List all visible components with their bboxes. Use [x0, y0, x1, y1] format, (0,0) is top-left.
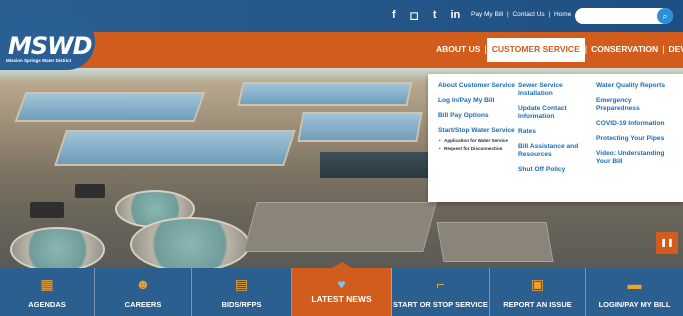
pay-my-bill-link[interactable]: Pay My Bill	[471, 11, 503, 18]
logo-subtitle: Mission Springs Water District	[6, 58, 72, 63]
dropdown-link[interactable]: Log In/Pay My Bill	[438, 97, 518, 105]
tile-label: BIDS/RFPS	[221, 300, 262, 309]
separator: |	[506, 11, 509, 18]
tile-bids-rfps[interactable]: ▤ BIDS/RFPS	[192, 268, 292, 316]
tile-careers[interactable]: ☻ CAREERS	[95, 268, 192, 316]
dropdown-link[interactable]: COVID-19 Information	[596, 120, 676, 128]
people-icon: ☻	[135, 276, 151, 292]
faucet-icon: ⌐	[436, 276, 445, 292]
document-icon: ▤	[234, 276, 249, 292]
dropdown-link[interactable]: Shut Off Policy	[518, 166, 598, 174]
tile-label: REPORT AN ISSUE	[503, 300, 572, 309]
tile-label: LOGIN/PAY MY BILL	[598, 300, 671, 309]
social-links: f ◻ t in	[392, 9, 460, 22]
utility-links: Pay My Bill | Contact Us | Home	[470, 11, 572, 18]
tile-label: CAREERS	[124, 300, 162, 309]
card-icon: ▬	[627, 276, 642, 292]
dropdown-link[interactable]: Bill Assistance and Resources	[518, 143, 598, 159]
nav-customer-service[interactable]: CUSTOMER SERVICE	[486, 38, 585, 62]
logo-text: MSWD	[8, 32, 93, 60]
instagram-icon[interactable]: ◻	[410, 9, 419, 22]
dropdown-link[interactable]: About Customer Service	[438, 82, 518, 90]
tile-login-pay-bill[interactable]: ▬ LOGIN/PAY MY BILL	[586, 268, 683, 316]
quick-links-bar: ▦ AGENDAS ☻ CAREERS ▤ BIDS/RFPS ♥ LATEST…	[0, 262, 683, 316]
dropdown-link[interactable]: Emergency Preparedness	[596, 97, 676, 113]
separator: |	[548, 11, 551, 18]
dropdown-link[interactable]: Video: Understanding Your Bill	[596, 150, 676, 166]
nav-about-us[interactable]: ABOUT US	[432, 44, 484, 62]
dropdown-link[interactable]: Protecting Your Pipes	[596, 135, 676, 143]
dropdown-sublist: Application for Water Service Request fo…	[438, 138, 518, 151]
main-nav: ABOUT US | CUSTOMER SERVICE | CONSERVATI…	[432, 38, 683, 62]
contact-us-link[interactable]: Contact Us	[512, 11, 544, 18]
news-icon: ♥	[337, 276, 346, 292]
dropdown-sublink[interactable]: Request for Disconnection	[438, 146, 518, 152]
dropdown-column-3: Water Quality Reports Emergency Prepared…	[596, 82, 676, 173]
search-icon[interactable]: ⌕	[657, 8, 673, 24]
nav-development[interactable]: DEVELOPMENT	[665, 44, 683, 62]
home-link[interactable]: Home	[554, 11, 571, 18]
dropdown-link[interactable]: Water Quality Reports	[596, 82, 676, 90]
search-input[interactable]: ⌕	[575, 8, 673, 24]
dropdown-column-1: About Customer Service Log In/Pay My Bil…	[438, 82, 518, 153]
calendar-icon: ▦	[40, 276, 54, 292]
tile-label: AGENDAS	[28, 300, 66, 309]
pause-icon[interactable]: ❚❚	[656, 232, 678, 254]
tile-latest-news[interactable]: ♥ LATEST NEWS	[292, 262, 392, 316]
dropdown-link[interactable]: Update Contact Information	[518, 105, 598, 121]
dropdown-column-2: Sewer Service Installation Update Contac…	[518, 82, 598, 181]
dropdown-link[interactable]: Bill Pay Options	[438, 112, 518, 120]
dropdown-link[interactable]: Start/Stop Water Service	[438, 127, 518, 135]
dropdown-link[interactable]: Rates	[518, 128, 598, 136]
dropdown-sublink[interactable]: Application for Water Service	[438, 138, 518, 144]
tab-notch	[331, 262, 352, 268]
tile-agendas[interactable]: ▦ AGENDAS	[0, 268, 95, 316]
customer-service-dropdown: About Customer Service Log In/Pay My Bil…	[428, 74, 683, 202]
page: f ◻ t in Pay My Bill | Contact Us | Home…	[0, 0, 683, 316]
tile-report-issue[interactable]: ▣ REPORT AN ISSUE	[490, 268, 586, 316]
facebook-icon[interactable]: f	[392, 9, 396, 22]
linkedin-icon[interactable]: in	[450, 9, 460, 22]
twitter-icon[interactable]: t	[433, 9, 437, 22]
logo[interactable]: MSWD Mission Springs Water District	[0, 14, 95, 70]
tile-label: START OR STOP SERVICE	[393, 300, 488, 309]
tile-label: LATEST NEWS	[311, 294, 372, 304]
dropdown-link[interactable]: Sewer Service Installation	[518, 82, 598, 98]
nav-conservation[interactable]: CONSERVATION	[587, 44, 662, 62]
report-icon: ▣	[530, 276, 545, 292]
tile-start-stop-service[interactable]: ⌐ START OR STOP SERVICE	[392, 268, 490, 316]
top-utility-bar: f ◻ t in Pay My Bill | Contact Us | Home…	[0, 0, 683, 32]
